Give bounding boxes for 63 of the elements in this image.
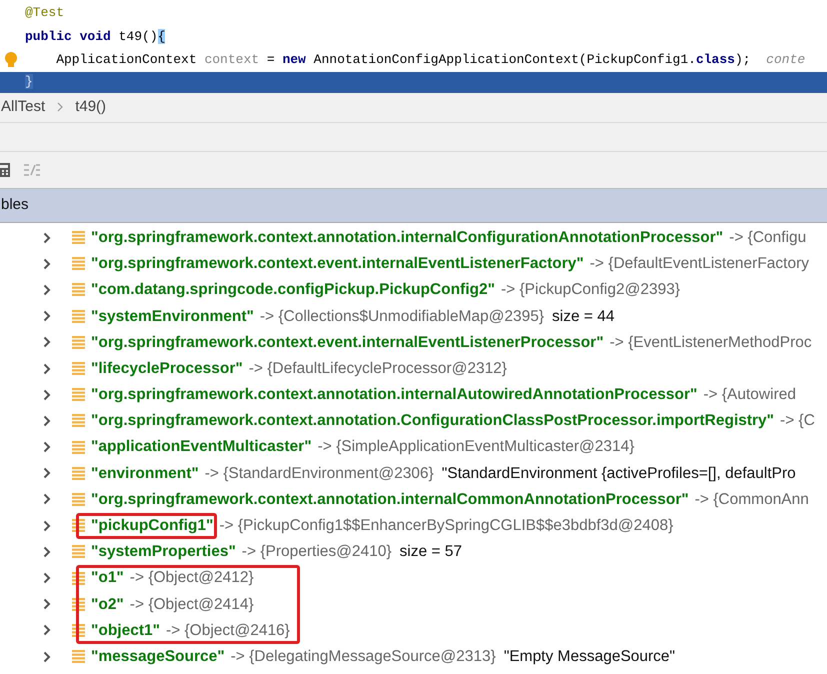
variable-value: -> {DefaultLifecycleProcessor@2312} (248, 358, 507, 379)
variable-value: -> {EventListenerMethodProc (610, 332, 812, 353)
variable-detail: size = 57 (400, 542, 462, 562)
field-list-icon (72, 283, 85, 296)
variable-name: "com.datang.springcode.configPickup.PickupConfig2" (91, 280, 495, 300)
variable-detail: size = 44 (552, 306, 614, 327)
variable-name: "org.springframework.context.annotation.internalConfigurationAnnotationProcessor" (91, 228, 724, 248)
variable-name: "org.springframework.context.event.internalEventListenerProcessor" (91, 332, 604, 353)
variable-value: -> {Autowired (703, 385, 796, 406)
variable-name: "org.springframework.context.annotation.ConfigurationClassPostProcessor.importRegistry" (91, 411, 774, 432)
field-list-icon (72, 414, 85, 428)
field-list-icon (72, 598, 85, 611)
field-list-icon (72, 519, 85, 532)
variable-name: "org.springframework.context.annotation.internalAutowiredAnnotationProcessor" (91, 385, 698, 406)
field-list-icon (72, 231, 85, 244)
breadcrumb-item[interactable]: t49() (75, 96, 106, 118)
variable-name: "environment" (91, 464, 199, 484)
breadcrumb-item[interactable]: AllTest (1, 96, 46, 118)
variable-name: "org.springframework.context.annotation.internalCommonAnnotationProcessor" (91, 490, 689, 510)
variable-value: -> {Properties@2410} (242, 542, 392, 562)
code-line: ApplicationContext context = new AnnotationConfigApplicationContext(PickupConfig1.class); conte (55, 51, 806, 69)
chevron-icon (57, 102, 64, 112)
field-list-icon (72, 466, 85, 480)
field-list-icon (72, 492, 85, 506)
variable-detail: "Empty MessageSource" (504, 646, 676, 667)
variable-value: -> {CommonAnn (694, 490, 809, 510)
variable-value: -> {Object@2412} (130, 568, 254, 588)
variable-detail: "StandardEnvironment {activeProfiles=[], defaultPro (442, 464, 796, 484)
variable-name: "o1" (91, 568, 124, 588)
field-list-icon (72, 650, 85, 664)
variable-value: -> {PickupConfig1$$EnhancerBySpringCGLIB$$e3bdbf3d@2408} (219, 516, 674, 536)
field-list-icon (72, 336, 85, 349)
variable-name: "o2" (91, 594, 124, 615)
variable-name: "lifecycleProcessor" (91, 358, 243, 379)
code-line: @Test (25, 4, 64, 22)
variable-value: -> {C (780, 411, 815, 432)
field-list-icon (72, 624, 85, 637)
variable-name: "applicationEventMulticaster" (91, 437, 312, 458)
variable-value: -> {DelegatingMessageSource@2313} (230, 646, 496, 667)
variable-name: "object1" (91, 620, 160, 641)
variable-value: -> {Object@2416} (166, 620, 290, 641)
variable-value: -> {Configu (729, 228, 806, 248)
variable-value: -> {StandardEnvironment@2306} (204, 464, 434, 484)
variable-value: -> {DefaultEventListenerFactory (590, 254, 810, 274)
panel-title: bles (1, 194, 29, 215)
code-line: public void t49(){ (25, 28, 166, 46)
field-list-icon (72, 388, 85, 402)
variable-name: "pickupConfig1" (91, 516, 214, 536)
variable-value: -> {PickupConfig2@2393} (500, 280, 680, 300)
field-list-icon (72, 545, 85, 558)
field-list-icon (72, 440, 85, 454)
field-list-icon (72, 310, 85, 323)
variable-value: -> {Object@2414} (130, 594, 254, 615)
field-list-icon (72, 257, 85, 270)
variable-value: -> {SimpleApplicationEventMulticaster@2314} (318, 437, 634, 458)
calculator-icon[interactable] (0, 162, 10, 176)
field-list-icon (72, 572, 85, 585)
variable-name: "systemEnvironment" (91, 306, 254, 327)
variable-name: "org.springframework.context.event.internalEventListenerFactory" (91, 254, 584, 274)
field-list-icon (72, 362, 85, 376)
variable-name: "messageSource" (91, 646, 225, 667)
variable-name: "systemProperties" (91, 542, 236, 562)
variable-value: -> {Collections$UnmodifiableMap@2395} (260, 306, 544, 327)
